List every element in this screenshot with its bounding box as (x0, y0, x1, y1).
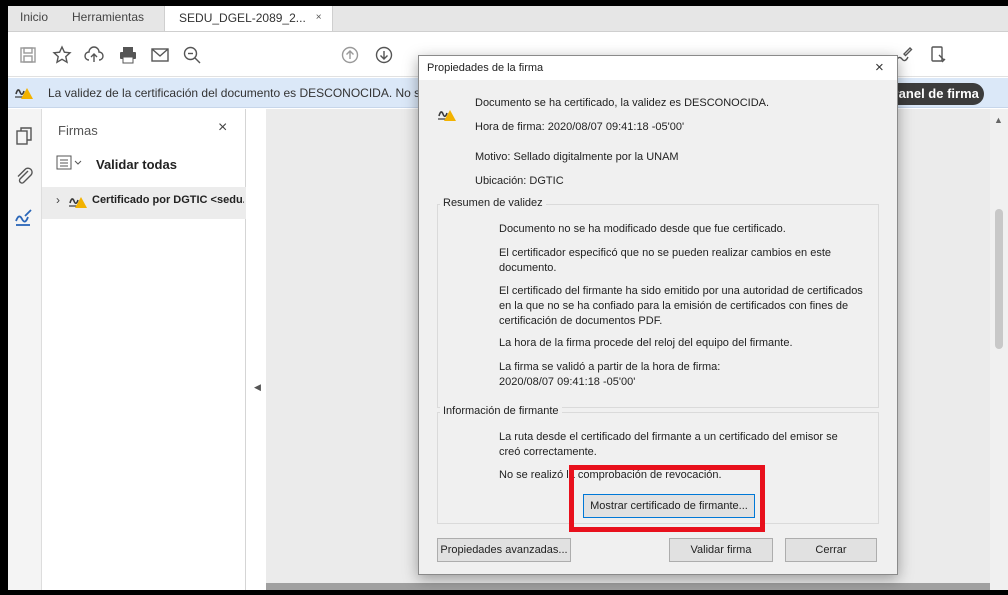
signature-warning-icon (437, 106, 457, 125)
signatures-panel: Firmas × Validar todas › Certificado por… (42, 109, 246, 590)
signature-warning-icon (14, 84, 34, 103)
pages-icon[interactable] (13, 125, 35, 147)
validate-all-menu[interactable]: Validar todas (56, 155, 177, 174)
signing-reason: Motivo: Sellado digitalmente por la UNAM (475, 151, 679, 163)
signature-warning-icon (68, 193, 88, 212)
tab-document-label: SEDU_DGEL-2089_2... (179, 11, 306, 25)
attachments-icon[interactable] (13, 165, 35, 187)
tab-close-icon[interactable]: × (316, 6, 322, 30)
scroll-up-icon[interactable]: ▲ (994, 115, 1003, 125)
email-icon[interactable] (148, 43, 172, 67)
panel-close-icon[interactable]: × (218, 119, 227, 137)
certification-status: Documento se ha certificado, la validez … (475, 97, 770, 109)
tab-bar: Inicio Herramientas SEDU_DGEL-2089_2... … (8, 6, 1008, 32)
validity-item: Documento no se ha modificado desde que … (499, 223, 786, 235)
panel-title: Firmas (58, 123, 98, 138)
expand-chevron-icon[interactable]: › (56, 193, 60, 207)
page-down-icon[interactable] (372, 43, 396, 67)
print-icon[interactable] (116, 43, 140, 67)
validate-all-label[interactable]: Validar todas (96, 157, 177, 172)
validity-item: La hora de la firma procede del reloj de… (499, 337, 793, 349)
certification-message: La validez de la certificación del docum… (48, 86, 437, 100)
cert-path-text: La ruta desde el certificado del firmant… (499, 431, 838, 458)
dialog-title: Propiedades de la firma (427, 62, 544, 74)
dialog-close-icon[interactable]: × (875, 59, 884, 76)
signatures-rail-icon[interactable] (13, 207, 35, 229)
save-icon[interactable] (16, 43, 40, 67)
zoom-search-icon[interactable] (180, 43, 204, 67)
signer-info-label: Información de firmante (440, 405, 562, 417)
page-up-icon[interactable] (338, 43, 362, 67)
collapse-panel-icon[interactable]: ◀ (254, 382, 261, 393)
bookmark-star-icon[interactable] (50, 43, 74, 67)
tab-home[interactable]: Inicio (8, 6, 60, 31)
cloud-upload-icon[interactable] (82, 43, 106, 67)
signing-time: Hora de firma: 2020/08/07 09:41:18 -05'0… (475, 121, 685, 133)
validate-signature-button[interactable]: Validar firma (669, 538, 773, 562)
annotation-highlight-box (569, 465, 765, 532)
panel-splitter[interactable] (246, 109, 266, 590)
tab-tools[interactable]: Herramientas (60, 6, 156, 31)
signature-list-item[interactable]: › Certificado por DGTIC <sedu.dgtic@unam… (42, 187, 246, 219)
validity-summary-label: Resumen de validez (440, 197, 546, 209)
signature-panel-button[interactable]: Panel de firma (884, 83, 984, 105)
list-options-icon[interactable] (56, 155, 84, 174)
left-rail (8, 109, 42, 590)
horizontal-scrollbar[interactable] (266, 583, 990, 590)
vertical-scrollbar[interactable]: ▲ (990, 109, 1008, 590)
close-button[interactable]: Cerrar (785, 538, 877, 562)
scroll-thumb[interactable] (995, 209, 1003, 349)
validity-item: El certificado del firmante ha sido emit… (499, 285, 863, 327)
signing-location: Ubicación: DGTIC (475, 175, 564, 187)
tab-document[interactable]: SEDU_DGEL-2089_2... × (164, 6, 333, 31)
validity-item: La firma se validó a partir de la hora d… (499, 361, 721, 388)
advanced-properties-button[interactable]: Propiedades avanzadas... (437, 538, 571, 562)
dialog-title-bar[interactable]: Propiedades de la firma × (419, 56, 897, 80)
validity-item: El certificador especificó que no se pue… (499, 247, 832, 274)
more-tools-icon[interactable] (926, 43, 950, 67)
signature-item-label: Certificado por DGTIC <sedu.dgtic@unam.m… (92, 194, 244, 206)
